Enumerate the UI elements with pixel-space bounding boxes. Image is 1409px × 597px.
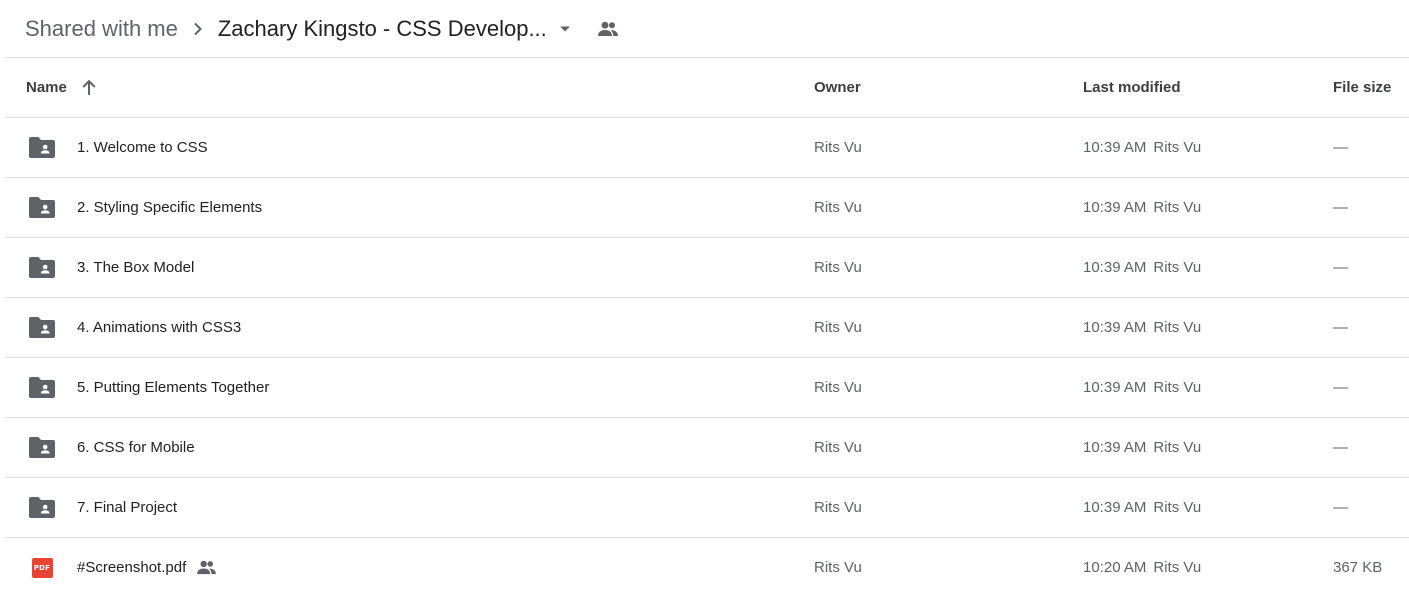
file-last-modified: 10:39 AM Rits Vu xyxy=(1083,238,1201,297)
sort-ascending-arrow-icon[interactable] xyxy=(81,79,97,96)
modified-time: 10:39 AM xyxy=(1083,259,1147,276)
file-name: #Screenshot.pdf xyxy=(77,559,187,576)
file-row[interactable]: 1. Welcome to CSS Rits Vu 10:39 AM Rits V… xyxy=(5,118,1409,178)
file-name: 7. Final Project xyxy=(77,499,178,516)
file-last-modified: 10:20 AM Rits Vu xyxy=(1083,538,1201,597)
shared-folder-icon xyxy=(28,118,56,177)
shared-folder-icon xyxy=(28,358,56,417)
modified-by: Rits Vu xyxy=(1153,559,1202,576)
file-name-cell: #Screenshot.pdf xyxy=(77,538,217,597)
modified-by: Rits Vu xyxy=(1153,439,1202,456)
column-header-row: Name Owner Last modified File size xyxy=(5,58,1409,118)
modified-time: 10:39 AM xyxy=(1083,139,1147,156)
file-row[interactable]: 3. The Box Model Rits Vu 10:39 AM Rits Vu… xyxy=(5,238,1409,298)
shared-folder-icon xyxy=(28,178,56,237)
file-owner: Rits Vu xyxy=(814,559,862,576)
modified-by: Rits Vu xyxy=(1153,499,1202,516)
file-size: — xyxy=(1333,499,1348,516)
modified-by: Rits Vu xyxy=(1153,199,1202,216)
modified-time: 10:39 AM xyxy=(1083,499,1147,516)
file-last-modified: 10:39 AM Rits Vu xyxy=(1083,478,1201,537)
modified-time: 10:39 AM xyxy=(1083,319,1147,336)
file-row[interactable]: 5. Putting Elements Together Rits Vu 10:… xyxy=(5,358,1409,418)
modified-by: Rits Vu xyxy=(1153,259,1202,276)
chevron-right-icon xyxy=(178,22,218,36)
column-header-last-modified[interactable]: Last modified xyxy=(1083,58,1181,117)
file-row[interactable]: PDF #Screenshot.pdf Rits Vu 10:20 AM Rits… xyxy=(5,538,1409,597)
file-row[interactable]: 7. Final Project Rits Vu 10:39 AM Rits Vu… xyxy=(5,478,1409,538)
column-header-name-label: Name xyxy=(26,79,67,96)
file-owner: Rits Vu xyxy=(814,439,862,456)
modified-by: Rits Vu xyxy=(1153,379,1202,396)
file-size: — xyxy=(1333,439,1348,456)
modified-by: Rits Vu xyxy=(1153,139,1202,156)
shared-folder-icon xyxy=(28,238,56,297)
file-owner: Rits Vu xyxy=(814,199,862,216)
file-name: 5. Putting Elements Together xyxy=(77,379,270,396)
breadcrumb-current-folder[interactable]: Zachary Kingsto - CSS Develop... xyxy=(218,16,547,42)
file-name: 3. The Box Model xyxy=(77,259,195,276)
file-size: 367 KB xyxy=(1333,559,1383,576)
file-list: 1. Welcome to CSS Rits Vu 10:39 AM Rits V… xyxy=(5,118,1409,597)
file-row[interactable]: 6. CSS for Mobile Rits Vu 10:39 AM Rits V… xyxy=(5,418,1409,478)
file-row[interactable]: 2. Styling Specific Elements Rits Vu 10:… xyxy=(5,178,1409,238)
file-owner: Rits Vu xyxy=(814,259,862,276)
column-header-name[interactable]: Name xyxy=(26,58,97,117)
shared-folder-icon xyxy=(28,478,56,537)
modified-time: 10:39 AM xyxy=(1083,439,1147,456)
file-owner: Rits Vu xyxy=(814,379,862,396)
file-size: — xyxy=(1333,259,1348,276)
pdf-badge: PDF xyxy=(31,557,53,578)
breadcrumb-shared-with-me[interactable]: Shared with me xyxy=(25,16,178,42)
file-row[interactable]: 4. Animations with CSS3 Rits Vu 10:39 AM… xyxy=(5,298,1409,358)
modified-time: 10:20 AM xyxy=(1083,559,1147,576)
caret-down-icon[interactable] xyxy=(559,25,571,33)
file-size: — xyxy=(1333,139,1348,156)
file-last-modified: 10:39 AM Rits Vu xyxy=(1083,358,1201,417)
drive-file-list-page: Shared with me Zachary Kingsto - CSS Dev… xyxy=(0,0,1409,597)
file-name: 4. Animations with CSS3 xyxy=(77,319,242,336)
file-last-modified: 10:39 AM Rits Vu xyxy=(1083,178,1201,237)
file-size: — xyxy=(1333,199,1348,216)
file-owner: Rits Vu xyxy=(814,319,862,336)
modified-time: 10:39 AM xyxy=(1083,199,1147,216)
shared-people-icon xyxy=(196,560,217,575)
file-size: — xyxy=(1333,379,1348,396)
breadcrumb: Shared with me Zachary Kingsto - CSS Dev… xyxy=(0,0,1409,57)
file-owner: Rits Vu xyxy=(814,499,862,516)
file-last-modified: 10:39 AM Rits Vu xyxy=(1083,118,1201,177)
pdf-file-icon: PDF xyxy=(28,538,56,597)
modified-time: 10:39 AM xyxy=(1083,379,1147,396)
file-name: 6. CSS for Mobile xyxy=(77,439,195,456)
file-last-modified: 10:39 AM Rits Vu xyxy=(1083,298,1201,357)
file-name: 2. Styling Specific Elements xyxy=(77,199,263,216)
modified-by: Rits Vu xyxy=(1153,319,1202,336)
file-owner: Rits Vu xyxy=(814,139,862,156)
column-header-file-size[interactable]: File size xyxy=(1333,58,1391,117)
file-last-modified: 10:39 AM Rits Vu xyxy=(1083,418,1201,477)
shared-folder-icon xyxy=(28,298,56,357)
column-header-owner[interactable]: Owner xyxy=(814,58,861,117)
file-name: 1. Welcome to CSS xyxy=(77,139,208,156)
shared-folder-icon xyxy=(28,418,56,477)
shared-people-icon xyxy=(597,21,619,37)
file-size: — xyxy=(1333,319,1348,336)
